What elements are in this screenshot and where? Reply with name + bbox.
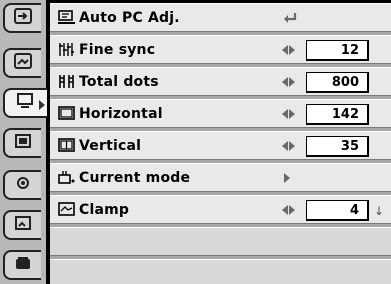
menu-item-label: Fine sync (79, 41, 156, 58)
tab-sound[interactable] (3, 250, 41, 280)
menu-item-label: Current mode (79, 169, 191, 186)
screen-icon (14, 133, 32, 153)
menu-item-label: Clamp (79, 201, 130, 218)
tab-input[interactable] (3, 3, 41, 33)
menu-empty-row (50, 227, 391, 256)
scroll-down-icon[interactable]: ↓ (374, 204, 384, 218)
tab-setting[interactable] (3, 170, 41, 200)
left-right-arrows-icon[interactable] (282, 139, 296, 153)
menu-item-vertical[interactable]: Vertical 35 (50, 131, 391, 160)
tab-picture-adjust[interactable] (3, 48, 41, 78)
sound-icon (14, 255, 32, 275)
total-dots-value: 800 (306, 72, 369, 93)
left-right-arrows-icon[interactable] (282, 75, 296, 89)
clamp-value: 4 (306, 200, 369, 221)
left-right-arrows-icon[interactable] (282, 203, 296, 217)
fine-sync-value: 12 (306, 40, 369, 61)
menu-item-auto-pc-adj[interactable]: Auto PC Adj. (50, 3, 391, 32)
total-dots-icon (58, 74, 76, 90)
vertical-icon (58, 138, 76, 154)
left-right-arrows-icon[interactable] (282, 43, 296, 57)
menu-item-horizontal[interactable]: Horizontal 142 (50, 99, 391, 128)
pc-adjust-icon (17, 93, 35, 113)
input-icon (14, 8, 32, 28)
menu-item-label: Horizontal (79, 105, 163, 122)
menu-item-label: Total dots (79, 73, 159, 90)
menu-empty-row (50, 259, 391, 284)
vertical-value: 35 (306, 136, 369, 157)
pc-adjust-menu-panel: Auto PC Adj. Fine sync 12 Total dots 800… (50, 3, 391, 284)
fine-sync-icon (58, 42, 76, 58)
menu-item-total-dots[interactable]: Total dots 800 (50, 67, 391, 96)
horizontal-icon (58, 106, 76, 122)
clamp-icon (58, 202, 76, 218)
menu-item-current-mode[interactable]: Current mode (50, 163, 391, 192)
horizontal-value: 142 (306, 104, 369, 125)
tab-screen[interactable] (3, 128, 41, 158)
menu-item-label: Auto PC Adj. (79, 9, 180, 26)
auto-pc-adj-icon (58, 10, 76, 26)
left-right-arrows-icon[interactable] (282, 107, 296, 121)
image-select-icon (14, 215, 32, 235)
menu-item-label: Vertical (79, 137, 142, 154)
menu-tab-sidebar (0, 0, 48, 284)
setting-icon (14, 175, 32, 195)
tab-pc-adjust[interactable] (3, 88, 47, 118)
active-tab-arrow-icon (39, 100, 45, 110)
picture-adjust-icon (14, 53, 32, 73)
menu-item-clamp[interactable]: Clamp 4 ↓ (50, 195, 391, 224)
tab-image-select[interactable] (3, 210, 41, 240)
enter-icon (282, 10, 298, 24)
current-mode-icon (58, 170, 76, 186)
right-arrow-icon[interactable] (282, 171, 290, 185)
menu-item-fine-sync[interactable]: Fine sync 12 (50, 35, 391, 64)
